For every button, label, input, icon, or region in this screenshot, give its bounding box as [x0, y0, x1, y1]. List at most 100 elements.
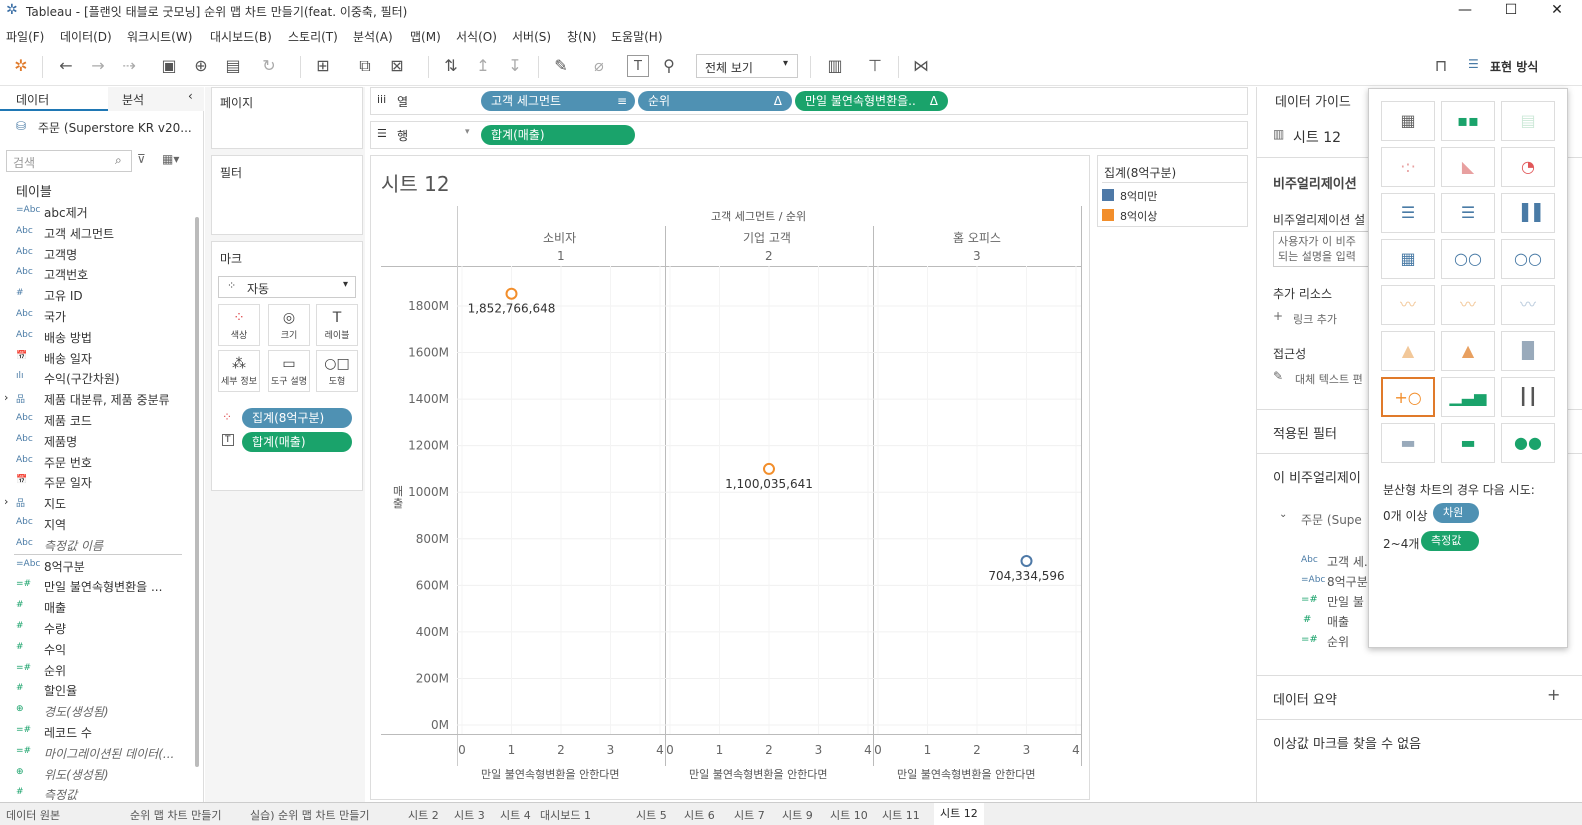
column-pill-discrete[interactable]: 만일 불연속형변환을.. Δ [795, 91, 948, 111]
histogram-thumb[interactable]: ▁▃▅ [1441, 377, 1495, 417]
sheet-tab[interactable]: 시트 6 [684, 807, 715, 823]
field-item[interactable]: Abc 배송 방법 [0, 327, 190, 347]
field-item[interactable]: # 수량 [0, 618, 190, 638]
stacked-hbar-thumb[interactable]: ☰ [1441, 193, 1495, 233]
alt-text-link[interactable]: 대체 텍스트 편 [1295, 371, 1363, 387]
legend-item-over[interactable]: 8억이상 [1120, 208, 1157, 224]
redo-icon[interactable]: → [87, 55, 109, 77]
pages-card[interactable]: 페이지 [211, 87, 363, 149]
text-table-thumb[interactable]: ▦ [1381, 101, 1435, 141]
menu-story[interactable]: 스토리(T) [288, 28, 338, 45]
group-icon[interactable]: ⌀ [588, 55, 610, 77]
datasource-name[interactable]: 주문 (Superstore KR v20... [38, 119, 192, 136]
save-icon[interactable]: ▣ [158, 55, 180, 77]
circle-view-thumb[interactable]: ○○ [1441, 239, 1495, 279]
dual-line-thumb[interactable]: 〰 [1501, 285, 1555, 325]
sheet-tab[interactable]: 시트 7 [734, 807, 765, 823]
menu-data[interactable]: 데이터(D) [60, 28, 112, 45]
column-pill-rank[interactable]: 순위 Δ [638, 91, 792, 111]
sheet-tab[interactable]: 대시보드 1 [540, 807, 591, 823]
undo-icon[interactable]: ← [55, 55, 77, 77]
gantt-thumb[interactable]: ▬ [1381, 423, 1435, 463]
tab-analysis[interactable]: 분석 ‹ [108, 87, 204, 111]
new-datasource-icon[interactable]: ⊕ [190, 55, 212, 77]
new-sheet-icon[interactable]: ⊞ [312, 55, 334, 77]
treemap-thumb[interactable]: ▦ [1381, 239, 1435, 279]
field-item[interactable]: Abc 국가 [0, 306, 190, 326]
mark-pill-color[interactable]: 집계(8억구분) [242, 408, 352, 428]
dual-combination-thumb[interactable]: ▐▌ [1501, 331, 1555, 371]
replay-icon[interactable]: ⇢ [118, 55, 140, 77]
field-item[interactable]: 📅 주문 일자 [0, 472, 190, 492]
sheet-tab[interactable]: 시트 11 [882, 807, 920, 823]
field-item[interactable]: Abc 지역 [0, 514, 190, 534]
sheet-tab[interactable]: 시트 3 [454, 807, 485, 823]
side-by-side-bar-thumb[interactable]: ▐▐ [1501, 193, 1555, 233]
color-legend[interactable]: 집계(8억구분) 8억미만 8억이상 [1097, 155, 1248, 227]
area-discrete-thumb[interactable]: ▲ [1441, 331, 1495, 371]
box-plot-thumb[interactable]: ┃┃ [1501, 377, 1555, 417]
field-item[interactable]: # 수익 [0, 639, 190, 659]
applied-filters-heading[interactable]: 적용된 필터 [1273, 423, 1337, 442]
sheet-tab[interactable]: 데이터 원본 [6, 807, 60, 823]
scrollbar[interactable] [195, 217, 199, 767]
view-options-icon[interactable]: ▦▾ [162, 152, 179, 166]
tableau-start-icon[interactable]: ✲ [10, 55, 32, 77]
field-item[interactable]: Abc 고객번호 [0, 264, 190, 284]
area-continuous-thumb[interactable]: ▲ [1381, 331, 1435, 371]
menu-worksheet[interactable]: 워크시트(W) [127, 28, 192, 45]
collapse-icon[interactable]: ‹ [188, 89, 193, 103]
mark-type-select[interactable]: ⁘ 자동 ▾ [218, 276, 356, 298]
detail-button[interactable]: ⁂ 세부 정보 [218, 350, 260, 392]
heat-map-thumb[interactable]: ▪▪ [1441, 101, 1495, 141]
filter-icon[interactable]: ⊽ [137, 152, 146, 166]
field-item[interactable]: Abc 고객명 [0, 244, 190, 264]
field-item[interactable]: 品 지도 › [0, 493, 190, 513]
add-link[interactable]: 링크 추가 [1293, 311, 1337, 327]
field-item[interactable]: =# 레코드 수 [0, 722, 190, 742]
pie-chart-thumb[interactable]: ◔ [1501, 147, 1555, 187]
field-item[interactable]: =# 만일 불연속형변환을 ... [0, 576, 190, 596]
fit-select[interactable]: 전체 보기 ▾ [696, 54, 798, 78]
field-item[interactable]: Abc 제품 코드 [0, 410, 190, 430]
sheet-tab[interactable]: 시트 5 [636, 807, 667, 823]
plus-icon[interactable]: + [1547, 685, 1560, 704]
field-item[interactable]: Abc 제품명 [0, 431, 190, 451]
menu-server[interactable]: 서버(S) [512, 28, 551, 45]
scatter-point[interactable] [1020, 555, 1033, 568]
highlight-icon[interactable]: ✎ [550, 55, 572, 77]
chevron-down-icon[interactable]: ⌄ [1279, 509, 1287, 520]
bullet-graph-thumb[interactable]: ▬ [1441, 423, 1495, 463]
rows-shelf[interactable]: ☰ 행 ▾ 합계(매출) [370, 121, 1248, 149]
swap-icon[interactable]: ⇅ [440, 55, 462, 77]
pin-icon[interactable]: ⚲ [658, 55, 680, 77]
menu-dashboard[interactable]: 대시보드(B) [210, 28, 272, 45]
sheet-tab[interactable]: 실습) 순위 맵 차트 만들기 [250, 807, 369, 823]
field-item[interactable]: # 고유 ID [0, 285, 190, 305]
search-input[interactable]: 검색 ⌕ [6, 150, 132, 172]
highlight-table-thumb[interactable]: ▤ [1501, 101, 1555, 141]
field-item[interactable]: # 할인율 [0, 680, 190, 700]
column-pill-segment[interactable]: 고객 세그먼트 ≡ [481, 91, 635, 111]
show-labels-icon[interactable]: T [627, 55, 649, 77]
showme-toggle[interactable]: ☰ 표현 방식 [1460, 48, 1568, 84]
line-continuous-thumb[interactable]: 〰 [1381, 285, 1435, 325]
close-button[interactable]: ✕ [1534, 0, 1580, 22]
line-discrete-thumb[interactable]: 〰 [1441, 285, 1495, 325]
presentation-icon[interactable]: ⊤ [864, 55, 886, 77]
filled-map-thumb[interactable]: ◣ [1441, 147, 1495, 187]
scatter-plot-thumb[interactable]: +○ [1381, 377, 1435, 417]
field-item[interactable]: Abc 고객 세그먼트 [0, 223, 190, 243]
color-button[interactable]: ⁘ 색상 [218, 304, 260, 346]
sheet-tab[interactable]: 시트 9 [782, 807, 813, 823]
field-item[interactable]: ılı 수익(구간차원) [0, 368, 190, 388]
label-button[interactable]: T 레이블 [316, 304, 358, 346]
pause-update-icon[interactable]: ▤ [222, 55, 244, 77]
field-item[interactable]: 品 제품 대분류, 제품 중분류 › [0, 389, 190, 409]
duplicate-icon[interactable]: ⧉ [354, 55, 376, 77]
field-item[interactable]: # 매출 [0, 597, 190, 617]
minimize-button[interactable]: — [1442, 0, 1488, 22]
menu-help[interactable]: 도움말(H) [611, 28, 663, 45]
tab-data[interactable]: 데이터 [0, 87, 108, 111]
hbar-thumb[interactable]: ☰ [1381, 193, 1435, 233]
